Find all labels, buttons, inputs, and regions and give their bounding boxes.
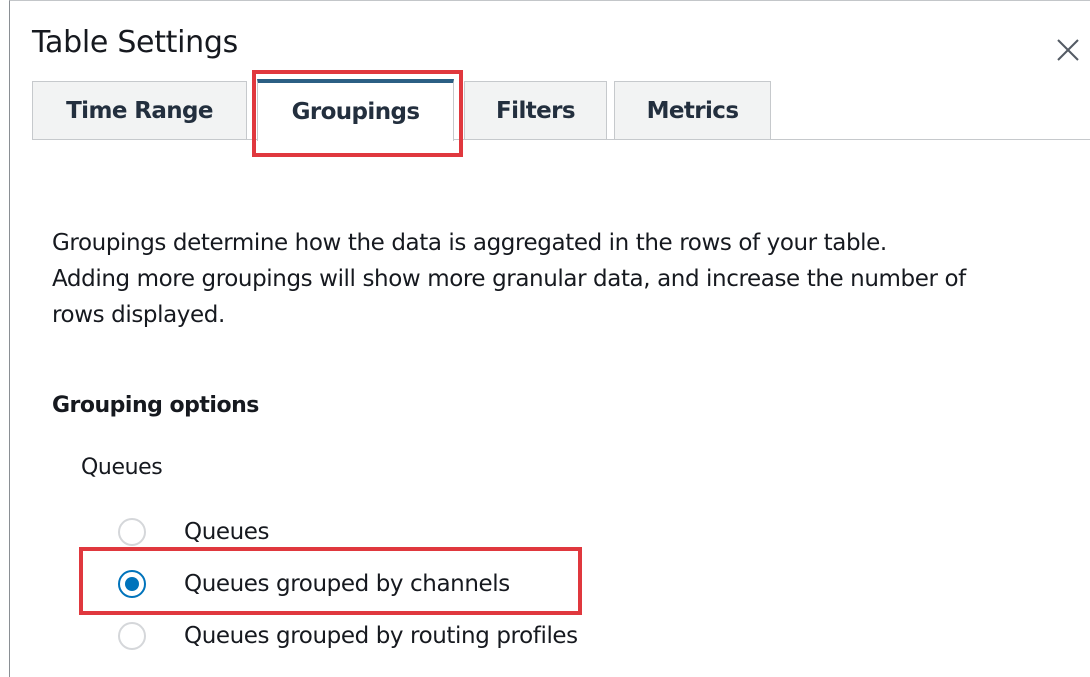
radio-button-selected[interactable] (118, 570, 146, 598)
description-line: rows displayed. (52, 302, 225, 328)
radio-option-queues-by-channels[interactable]: Queues grouped by channels (118, 567, 510, 601)
radio-button[interactable] (118, 518, 146, 546)
tab-groupings[interactable]: Groupings (257, 79, 454, 141)
description-line: Groupings determine how the data is aggr… (52, 230, 887, 256)
tab-time-range[interactable]: Time Range (32, 81, 247, 139)
radio-button[interactable] (118, 622, 146, 650)
tab-metrics[interactable]: Metrics (614, 81, 771, 139)
radio-label: Queues (184, 519, 270, 545)
tab-filters[interactable]: Filters (464, 81, 607, 139)
description-line: Adding more groupings will show more gra… (52, 266, 966, 292)
groupings-description: Groupings determine how the data is aggr… (52, 225, 1090, 333)
table-settings-dialog: Table Settings Time Range Groupings Filt… (9, 0, 1090, 677)
tabs-divider (32, 139, 1090, 140)
dialog-title: Table Settings (32, 25, 238, 60)
queues-group-label: Queues (81, 455, 163, 480)
radio-label: Queues grouped by routing profiles (184, 623, 578, 649)
grouping-options-heading: Grouping options (52, 393, 259, 418)
close-icon[interactable] (1055, 37, 1081, 63)
radio-label: Queues grouped by channels (184, 571, 510, 597)
radio-option-queues-by-routing-profiles[interactable]: Queues grouped by routing profiles (118, 619, 578, 653)
radio-option-queues[interactable]: Queues (118, 515, 270, 549)
